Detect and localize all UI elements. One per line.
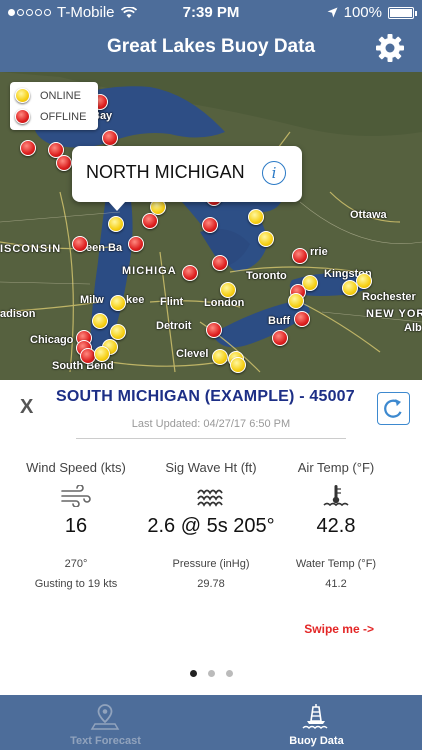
water-temp-label: Water Temp (°F) bbox=[295, 558, 377, 570]
divider bbox=[76, 438, 346, 439]
buoy-marker-online[interactable] bbox=[220, 282, 236, 298]
map-label-green-bay: een Ba bbox=[86, 242, 123, 254]
close-button[interactable]: X bbox=[20, 396, 33, 419]
wind-column: Wind Speed (kts) 16 270° Gusting to 19 k… bbox=[6, 460, 146, 590]
buoy-marker-online[interactable] bbox=[212, 349, 228, 365]
tab-text-forecast-label: Text Forecast bbox=[70, 735, 141, 747]
buoy-marker-offline[interactable] bbox=[202, 217, 218, 233]
wind-direction: 270° bbox=[64, 558, 88, 570]
station-title: SOUTH MICHIGAN (EXAMPLE) - 45007 bbox=[56, 388, 355, 405]
map-label-ottawa: Ottawa bbox=[350, 209, 387, 221]
map-legend: ONLINE OFFLINE bbox=[10, 82, 98, 130]
legend-online: ONLINE bbox=[15, 88, 81, 103]
buoy-marker-online[interactable] bbox=[356, 273, 372, 289]
app-root: T-Mobile 7:39 PM 100% Great Lakes Buoy D… bbox=[0, 0, 422, 750]
buoy-marker-online[interactable] bbox=[342, 280, 358, 296]
map-label-detroit: Detroit bbox=[156, 320, 192, 332]
page-dot[interactable] bbox=[207, 670, 215, 677]
legend-offline: OFFLINE bbox=[15, 109, 86, 124]
buoy-callout[interactable]: NORTH MICHIGAN i bbox=[72, 146, 302, 211]
buoy-marker-offline[interactable] bbox=[128, 236, 144, 252]
map-label-flint: Flint bbox=[160, 296, 184, 308]
wind-gust: Gusting to 19 kts bbox=[34, 578, 118, 590]
map-label-madison: adison bbox=[0, 308, 36, 320]
map-label-albany: Alb bbox=[404, 322, 422, 334]
tab-bar: Text Forecast Buoy Data bbox=[0, 695, 422, 750]
buoy-marker-offline[interactable] bbox=[272, 330, 288, 346]
gear-icon[interactable] bbox=[374, 32, 406, 64]
pressure-label: Pressure (inHg) bbox=[172, 558, 250, 570]
buoy-marker-offline[interactable] bbox=[292, 248, 308, 264]
map-label-wisconsin: ISCONSIN bbox=[0, 243, 62, 255]
buoy-marker-offline[interactable] bbox=[206, 322, 222, 338]
battery-fill bbox=[390, 8, 412, 17]
wind-speed-value: 16 bbox=[64, 515, 88, 537]
buoy-detail-panel[interactable]: X SOUTH MICHIGAN (EXAMPLE) - 45007 Last … bbox=[0, 380, 422, 695]
map-label-buffalo: Buff bbox=[268, 315, 290, 327]
status-right: 100% bbox=[327, 4, 417, 21]
location-pin-icon bbox=[90, 704, 120, 730]
water-temp-value: 41.2 bbox=[325, 578, 347, 590]
map-label-toronto: Toronto bbox=[246, 270, 287, 282]
battery-icon bbox=[388, 6, 417, 19]
air-temp-value: 42.8 bbox=[316, 515, 356, 537]
buoy-marker-offline[interactable] bbox=[142, 213, 158, 229]
tab-buoy-data-label: Buoy Data bbox=[289, 735, 344, 747]
buoy-marker-offline[interactable] bbox=[72, 236, 88, 252]
buoy-marker-online[interactable] bbox=[258, 231, 274, 247]
buoy-marker-offline[interactable] bbox=[182, 265, 198, 281]
air-temp-label: Air Temp (°F) bbox=[297, 460, 375, 475]
buoy-marker-offline[interactable] bbox=[102, 130, 118, 146]
wave-icon bbox=[197, 489, 223, 507]
wave-column: Sig Wave Ht (ft) 2.6 @ 5s 205° Pressure … bbox=[141, 460, 281, 590]
tab-buoy-data[interactable]: Buoy Data bbox=[211, 695, 422, 750]
buoy-marker-online[interactable] bbox=[248, 209, 264, 225]
wave-label: Sig Wave Ht (ft) bbox=[165, 460, 257, 475]
map-label-london: London bbox=[204, 297, 245, 309]
tab-text-forecast[interactable]: Text Forecast bbox=[0, 695, 211, 750]
page-indicator[interactable] bbox=[0, 670, 422, 677]
buoy-marker-offline[interactable] bbox=[56, 155, 72, 171]
buoy-icon bbox=[302, 704, 328, 730]
pressure-value: 29.78 bbox=[197, 578, 225, 590]
app-title: Great Lakes Buoy Data bbox=[106, 36, 316, 57]
buoy-marker-online[interactable] bbox=[94, 346, 110, 362]
status-bar: T-Mobile 7:39 PM 100% bbox=[0, 0, 422, 26]
buoy-marker-online[interactable] bbox=[108, 216, 124, 232]
online-marker-icon bbox=[15, 88, 30, 103]
map-label-michigan: MICHIGA bbox=[122, 265, 177, 277]
map-label-errie: rrie bbox=[310, 246, 328, 258]
wind-icon bbox=[61, 485, 91, 507]
page-dot[interactable] bbox=[225, 670, 233, 677]
wind-label: Wind Speed (kts) bbox=[26, 460, 126, 475]
air-temp-column: Air Temp (°F) 42.8 Water Temp (°F) 41.2 bbox=[266, 460, 406, 590]
buoy-marker-online[interactable] bbox=[110, 295, 126, 311]
battery-percent: 100% bbox=[343, 4, 382, 21]
buoy-marker-online[interactable] bbox=[92, 313, 108, 329]
offline-marker-icon bbox=[15, 109, 30, 124]
buoy-marker-offline[interactable] bbox=[212, 255, 228, 271]
legend-offline-label: OFFLINE bbox=[40, 110, 87, 123]
map-label-new-york: NEW YOR bbox=[366, 308, 422, 320]
map-label-milwaukee: Milw bbox=[80, 294, 104, 306]
map-label-chicago: Chicago bbox=[30, 334, 74, 346]
page-dot[interactable] bbox=[189, 670, 197, 677]
wave-height-value: 2.6 @ 5s 205° bbox=[147, 515, 275, 537]
info-icon[interactable]: i bbox=[262, 161, 286, 185]
location-arrow-icon bbox=[327, 7, 338, 18]
thermometer-icon bbox=[323, 485, 349, 507]
legend-online-label: ONLINE bbox=[40, 89, 81, 102]
map-label-milwaukee-end: kee bbox=[126, 294, 145, 306]
last-updated: Last Updated: 04/27/17 6:50 PM bbox=[131, 418, 291, 430]
nav-bar: Great Lakes Buoy Data bbox=[0, 26, 422, 72]
buoy-marker-offline[interactable] bbox=[20, 140, 36, 156]
buoy-marker-offline[interactable] bbox=[294, 311, 310, 327]
buoy-marker-online[interactable] bbox=[110, 324, 126, 340]
swipe-hint: Swipe me -> bbox=[304, 622, 374, 636]
callout-station-name: NORTH MICHIGAN bbox=[86, 162, 245, 182]
buoy-marker-online[interactable] bbox=[288, 293, 304, 309]
map-label-rochester: Rochester bbox=[362, 291, 416, 303]
buoy-marker-online[interactable] bbox=[230, 357, 246, 373]
map-label-cleveland: Clevel bbox=[176, 348, 209, 360]
